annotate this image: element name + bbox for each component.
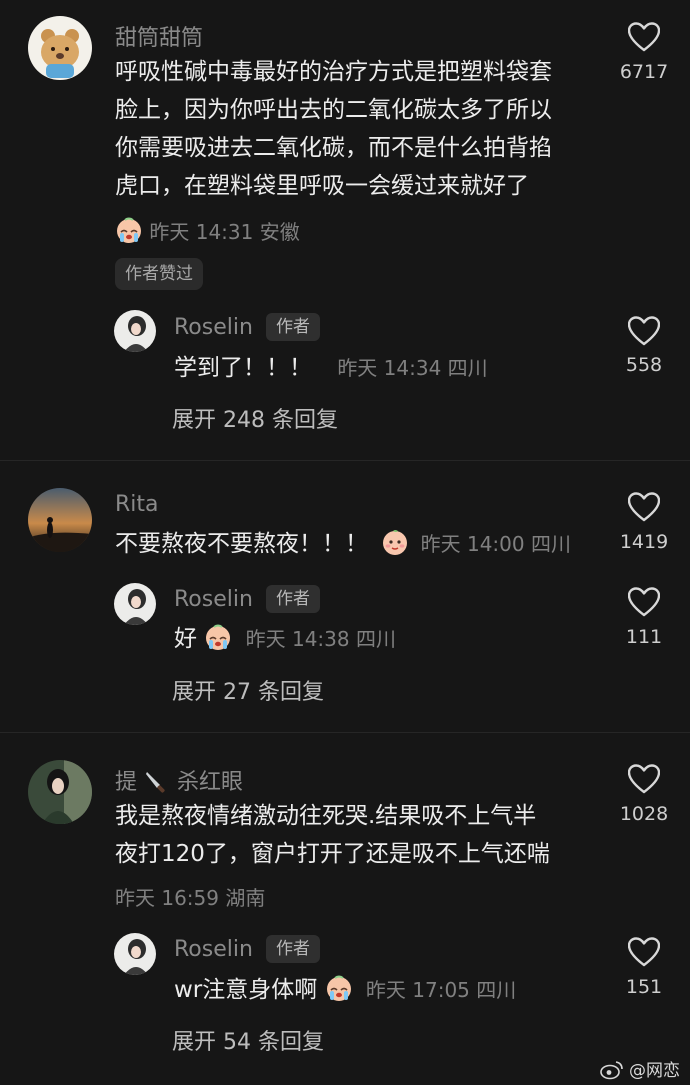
like-count: 6717: [619, 61, 669, 83]
comment-line: 夜打120了，窗户打开了还是吸不上气还喘: [115, 841, 550, 867]
comment-line: 你需要吸进去二氧化碳，而不是什么拍背掐: [115, 135, 552, 161]
like-count: 151: [625, 976, 663, 998]
comment-text[interactable]: 不要熬夜不要熬夜！！！ 昨天 14:00 四川: [115, 525, 571, 563]
comment-line: 呼吸性碱中毒最好的治疗方式是把塑料袋套: [115, 59, 552, 85]
heart-outline-icon[interactable]: [628, 22, 660, 52]
divider: [0, 732, 690, 733]
heart-outline-icon[interactable]: [628, 764, 660, 794]
username[interactable]: 甜筒甜筒: [115, 20, 203, 52]
comment-text[interactable]: 呼吸性碱中毒最好的治疗方式是把塑料袋套 脸上，因为你呼出去的二氧化碳太多了所以 …: [115, 53, 552, 205]
timestamp-location: 昨天 14:31 安徽: [149, 220, 300, 244]
comment-line: 虎口，在塑料袋里呼吸一会缓过来就好了: [115, 173, 529, 199]
crying-emoji-icon: [325, 974, 353, 1002]
heart-outline-icon[interactable]: [628, 587, 660, 617]
heart-outline-icon[interactable]: [628, 316, 660, 346]
username-part: 杀红眼: [177, 770, 244, 795]
comment-line: 不要熬夜不要熬夜！！！: [115, 531, 368, 557]
comment-meta: 昨天 16:59 湖南: [115, 886, 266, 910]
like-count: 1419: [619, 531, 669, 553]
reply-meta: 昨天 14:38 四川: [245, 627, 396, 651]
weibo-logo-icon: [599, 1061, 623, 1080]
like-count: 558: [625, 354, 663, 376]
crying-emoji-icon: [115, 216, 143, 244]
reply-meta: 昨天 14:34 四川: [337, 356, 488, 380]
reply-text[interactable]: wr注意身体啊 昨天 17:05 四川: [174, 971, 516, 1009]
heart-outline-icon[interactable]: [628, 937, 660, 967]
reply-username[interactable]: Roselin: [174, 315, 253, 340]
avatar[interactable]: [28, 16, 92, 80]
author-liked-badge: 作者赞过: [115, 258, 203, 290]
username[interactable]: Rita: [115, 492, 159, 517]
divider: [0, 460, 690, 461]
like-count: 111: [625, 626, 663, 648]
reply-avatar[interactable]: [114, 310, 156, 352]
author-badge: 作者: [266, 935, 320, 963]
comment-meta: 昨天 14:31 安徽: [115, 216, 300, 245]
reply-avatar[interactable]: [114, 583, 156, 625]
comment-line: 脸上，因为你呼出去的二氧化碳太多了所以: [115, 97, 552, 123]
username-part: 提: [115, 770, 138, 795]
expand-replies-button[interactable]: 展开 248 条回复: [172, 402, 338, 434]
reply-username[interactable]: Roselin: [174, 587, 253, 612]
author-badge: 作者: [266, 313, 320, 341]
reply-meta: 昨天 17:05 四川: [365, 978, 517, 1002]
reply-username[interactable]: Roselin: [174, 937, 253, 962]
comment-list: 甜筒甜筒 呼吸性碱中毒最好的治疗方式是把塑料袋套 脸上，因为你呼出去的二氧化碳太…: [0, 0, 690, 1085]
reply-text[interactable]: 学到了！！！ 昨天 14:34 四川: [174, 349, 488, 387]
reply-text[interactable]: 好 昨天 14:38 四川: [174, 620, 396, 658]
author-badge: 作者: [266, 585, 320, 613]
heart-outline-icon[interactable]: [628, 492, 660, 522]
timestamp-location: 昨天 14:00 四川: [420, 532, 571, 556]
reply-text-content: wr注意身体啊: [174, 977, 318, 1003]
reply-text-content: 学到了！！！: [174, 355, 312, 381]
crying-emoji-icon: [204, 623, 232, 651]
avatar[interactable]: [28, 760, 92, 824]
knife-icon: [146, 772, 165, 793]
baby-emoji-icon: [381, 528, 409, 556]
expand-replies-button[interactable]: 展开 27 条回复: [172, 674, 324, 706]
reply-text-content: 好: [174, 626, 197, 652]
avatar[interactable]: [28, 488, 92, 552]
comment-text[interactable]: 我是熬夜情绪激动往死哭.结果吸不上气半 夜打120了，窗户打开了还是吸不上气还喘: [115, 797, 550, 873]
like-count: 1028: [619, 803, 669, 825]
username[interactable]: 提 杀红眼: [115, 764, 243, 796]
watermark-text: @网恋: [629, 1061, 680, 1081]
comment-line: 我是熬夜情绪激动往死哭.结果吸不上气半: [115, 803, 537, 829]
watermark: @网恋: [599, 1056, 680, 1081]
reply-avatar[interactable]: [114, 933, 156, 975]
expand-replies-button[interactable]: 展开 54 条回复: [172, 1024, 324, 1056]
